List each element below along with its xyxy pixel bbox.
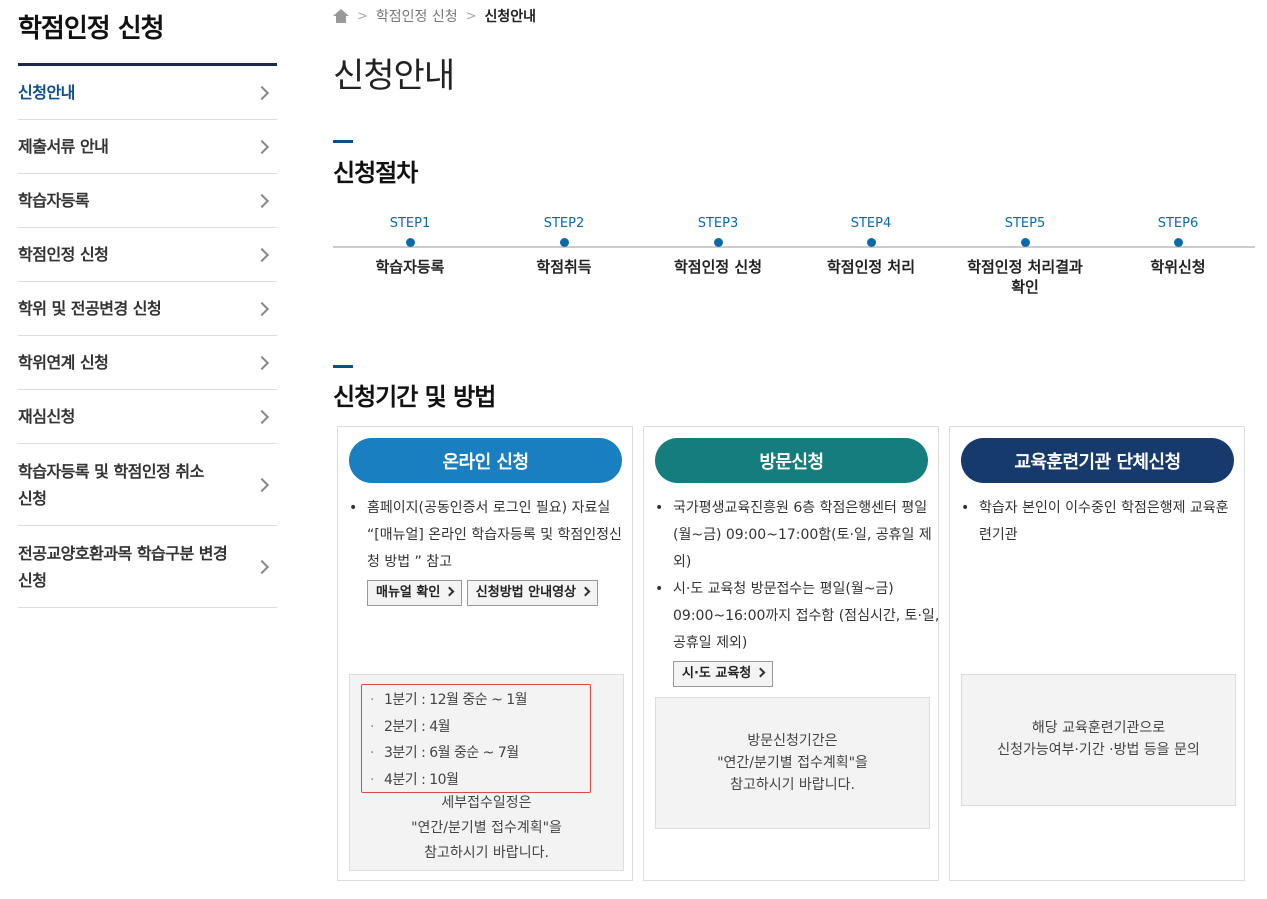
breadcrumb-parent[interactable]: 학점인정 신청	[376, 6, 458, 26]
online-info-list: 홈페이지(공동인증서 로그인 필요) 자료실 “[매뉴얼] 온라인 학습자등록 …	[349, 495, 637, 606]
list-item: 국가평생교육진흥원 6층 학점은행센터 평일(월~금) 09:00~17:00함…	[655, 495, 943, 576]
step-dot	[1173, 238, 1183, 247]
sidebar-item-label: 전공교양호환과목 학습구분 변경신청	[18, 543, 228, 590]
card-visit: 방문신청 국가평생교육진흥원 6층 학점은행센터 평일(월~금) 09:00~1…	[643, 426, 939, 881]
sidebar-item-course-type-change[interactable]: 전공교양호환과목 학습구분 변경신청	[18, 526, 277, 608]
chevron-right-icon	[254, 559, 270, 574]
schedule-note: 참고하시기 바랍니다.	[424, 845, 549, 861]
chevron-right-icon	[580, 586, 591, 597]
visit-note: 참고하시기 바랍니다.	[730, 777, 855, 793]
breadcrumb: > 학점인정 신청 > 신청안내	[333, 6, 536, 26]
page-title: 신청안내	[333, 56, 455, 96]
list-item: · 2분기 : 4월	[370, 718, 451, 735]
group-note-box: 해당 교육훈련기관으로 신청가능여부·기간 ·방법 등을 문의	[961, 674, 1236, 806]
group-info-list: 학습자 본인이 이수중인 학점은행제 교육훈련기관	[961, 495, 1249, 549]
step-name: 학위신청	[1150, 258, 1206, 276]
sidebar-item-reexamination[interactable]: 재심신청	[18, 390, 277, 444]
chevron-right-icon: >	[465, 8, 477, 24]
sidebar-item-label: 신청안내	[18, 83, 75, 102]
visit-note-box: 방문신청기간은 "연간/분기별 접수계획"을 참고하시기 바랍니다.	[655, 697, 930, 829]
chevron-right-icon	[254, 193, 270, 208]
step-dot	[405, 238, 415, 247]
chevron-right-icon	[254, 247, 270, 262]
visit-apply-button[interactable]: 방문신청	[655, 438, 928, 483]
step-number: STEP3	[697, 216, 739, 231]
chevron-right-icon	[254, 139, 270, 154]
guide-video-button[interactable]: 신청방법 안내영상	[466, 580, 598, 606]
sidebar-item-degree-major-change[interactable]: 학위 및 전공변경 신청	[18, 282, 277, 336]
step-name: 학점인정 처리결과 확인	[967, 258, 1083, 296]
home-icon[interactable]	[333, 9, 349, 23]
step-name: 학점인정 신청	[673, 258, 763, 276]
section-accent-bar	[333, 140, 353, 143]
step-name: 학점취득	[536, 258, 592, 276]
list-item: 학습자 본인이 이수중인 학점은행제 교육훈련기관	[961, 495, 1249, 549]
visit-note: 방문신청기간은	[747, 733, 838, 749]
sidebar-item-label: 학점인정 신청	[18, 245, 109, 264]
sidebar-item-documents[interactable]: 제출서류 안내	[18, 120, 277, 174]
education-office-button[interactable]: 시·도 교육청	[673, 661, 774, 687]
step-3: STEP3 학점인정 신청	[643, 216, 793, 277]
step-number: STEP5	[1004, 216, 1046, 231]
chevron-right-icon	[254, 477, 270, 492]
list-item: · 3분기 : 6월 중순 ~ 7월	[370, 745, 519, 761]
step-name: 학습자등록	[375, 258, 445, 276]
list-item: 홈페이지(공동인증서 로그인 필요) 자료실 “[매뉴얼] 온라인 학습자등록 …	[349, 495, 637, 606]
group-apply-button[interactable]: 교육훈련기관 단체신청	[961, 438, 1234, 483]
card-online: 온라인 신청 홈페이지(공동인증서 로그인 필요) 자료실 “[매뉴얼] 온라인…	[337, 426, 633, 881]
schedule-note: "연간/분기별 접수계획"을	[411, 820, 562, 836]
online-schedule-box: · 1분기 : 12월 중순 ~ 1월 · 2분기 : 4월 · 3분기 : 6월 중…	[349, 674, 624, 871]
schedule-note: 세부접수일정은	[441, 795, 532, 811]
step-2: STEP2 학점취득	[489, 216, 639, 277]
sidebar-item-label: 학습자등록	[18, 191, 90, 210]
chevron-right-icon	[254, 409, 270, 424]
step-5: STEP5 학점인정 처리결과 확인	[950, 216, 1100, 297]
breadcrumb-current: 신청안내	[484, 9, 537, 25]
group-note: 신청가능여부·기간 ·방법 등을 문의	[997, 742, 1200, 758]
sidebar-item-degree-link[interactable]: 학위연계 신청	[18, 336, 277, 390]
chevron-right-icon	[444, 586, 455, 597]
visit-note: "연간/분기별 접수계획"을	[717, 755, 868, 771]
chevron-right-icon	[254, 355, 270, 370]
step-dot	[866, 238, 876, 247]
chevron-right-icon	[254, 301, 270, 316]
step-4: STEP4 학점인정 처리	[796, 216, 946, 277]
sidebar-item-label: 재심신청	[18, 407, 75, 426]
step-number: STEP1	[389, 216, 431, 231]
chevron-right-icon	[254, 85, 270, 100]
step-number: STEP4	[850, 216, 892, 231]
list-item: · 1분기 : 12월 중순 ~ 1월	[370, 692, 528, 708]
quarter-schedule: · 1분기 : 12월 중순 ~ 1월 · 2분기 : 4월 · 3분기 : 6월 중…	[361, 684, 591, 793]
step-dot	[713, 238, 723, 247]
sidebar-item-label: 학위 및 전공변경 신청	[18, 299, 162, 318]
card-group: 교육훈련기관 단체신청 학습자 본인이 이수중인 학점은행제 교육훈련기관 해당…	[949, 426, 1245, 881]
online-apply-button[interactable]: 온라인 신청	[349, 438, 622, 483]
step-6: STEP6 학위신청	[1103, 216, 1253, 277]
section-title-procedure: 신청절차	[333, 159, 418, 187]
list-item: 시·도 교육청 방문접수는 평일(월~금) 09:00~16:00까지 접수함 …	[655, 576, 943, 687]
sidebar-title: 학점인정 신청	[18, 0, 277, 66]
sidebar-item-label: 제출서류 안내	[18, 137, 109, 156]
chevron-right-icon	[755, 667, 766, 678]
sidebar-item-credit-recognition[interactable]: 학점인정 신청	[18, 228, 277, 282]
chevron-right-icon: >	[357, 8, 368, 24]
manual-check-button[interactable]: 매뉴얼 확인	[367, 580, 463, 606]
sidebar-item-label: 학위연계 신청	[18, 353, 109, 372]
list-item: · 4분기 : 10월	[370, 771, 459, 788]
step-number: STEP2	[543, 216, 585, 231]
step-dot	[559, 238, 569, 247]
step-number: STEP6	[1157, 216, 1199, 231]
sidebar-item-apply-guide[interactable]: 신청안내	[18, 66, 277, 120]
sidebar-item-cancel[interactable]: 학습자등록 및 학점인정 취소 신청	[18, 444, 277, 526]
group-note: 해당 교육훈련기관으로	[1031, 720, 1166, 736]
step-dot	[1020, 238, 1030, 247]
visit-info-list: 국가평생교육진흥원 6층 학점은행센터 평일(월~금) 09:00~17:00함…	[655, 495, 943, 687]
section-accent-bar	[333, 365, 353, 368]
sidebar-item-learner-registration[interactable]: 학습자등록	[18, 174, 277, 228]
sidebar: 학점인정 신청 신청안내 제출서류 안내 학습자등록 학점인정 신청 학위 및 …	[18, 0, 277, 608]
sidebar-item-label: 학습자등록 및 학점인정 취소 신청	[18, 461, 204, 508]
step-1: STEP1 학습자등록	[335, 216, 485, 277]
step-name: 학점인정 처리	[826, 258, 916, 276]
section-title-method: 신청기간 및 방법	[333, 383, 496, 411]
